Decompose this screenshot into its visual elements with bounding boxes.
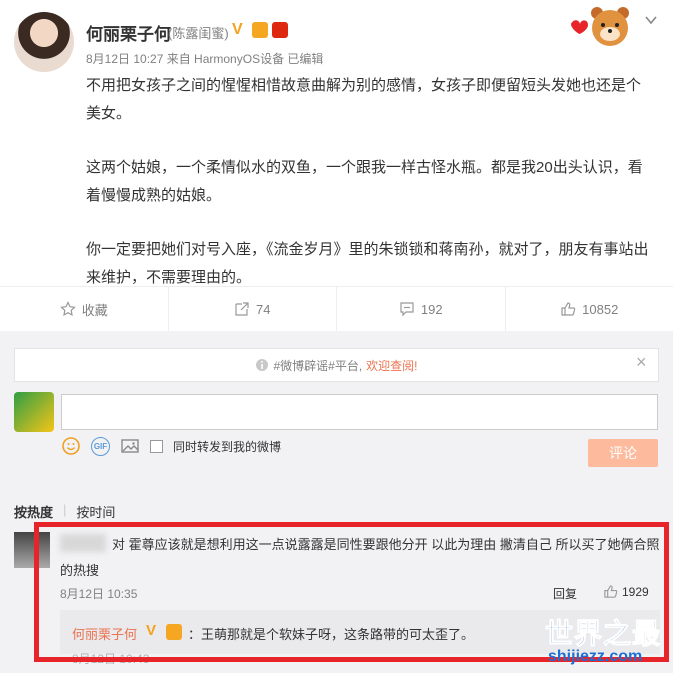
- like-count: 10852: [582, 301, 619, 317]
- comment-icon: [400, 302, 414, 317]
- close-icon[interactable]: ×: [636, 352, 647, 373]
- repost-count: 74: [256, 301, 271, 317]
- post-paragraph: 你一定要把她们对号入座，《流金岁月》里的朱锁锁和蒋南孙，就对了，朋友有事站出来维…: [86, 241, 649, 286]
- collect-label: 收藏: [81, 302, 108, 318]
- image-icon[interactable]: [120, 436, 140, 456]
- sort-tabs: 按热度 | 按时间: [14, 502, 115, 521]
- post-action-bar: 收藏 74 192 10852: [0, 286, 673, 332]
- author-remark: (陈露闺蜜): [168, 26, 229, 41]
- author-avatar[interactable]: [14, 12, 74, 72]
- chevron-down-icon[interactable]: [643, 12, 659, 28]
- tab-divider: |: [63, 502, 67, 517]
- watermark-url: shijiezz.com: [548, 648, 643, 665]
- share-icon: [235, 302, 249, 316]
- verified-v-icon: V: [232, 21, 243, 38]
- member-badge-icon: [252, 22, 268, 38]
- china-flag-icon: [272, 22, 288, 38]
- author-name[interactable]: 何丽栗子何: [86, 20, 171, 45]
- post-paragraph: 这两个姑娘，一个柔情似水的双鱼，一个跟我一样古怪水瓶。都是我20出头认识，看着慢…: [86, 159, 643, 204]
- watermark-title: 世界之最: [544, 618, 662, 650]
- notice-tag[interactable]: #微博辟谣#平台,: [273, 357, 362, 374]
- tab-by-hot[interactable]: 按热度: [14, 502, 53, 521]
- composer-toolbar: GIF 同时转发到我的微博: [61, 436, 281, 456]
- notice-link[interactable]: 欢迎查阅!: [366, 357, 417, 374]
- post-body: 不用把女孩子之间的惺惺相惜故意曲解为别的感情，女孩子即便留短头发她也还是个美女。…: [86, 72, 652, 318]
- comment-button[interactable]: 192: [337, 287, 506, 331]
- collect-button[interactable]: 收藏: [0, 287, 169, 331]
- comment-count: 192: [420, 301, 443, 317]
- rumor-notice-banner: #微博辟谣#平台, 欢迎查阅!: [14, 348, 659, 382]
- emoji-icon[interactable]: [61, 436, 81, 456]
- post-paragraph: 不用把女孩子之间的惺惺相惜故意曲解为别的感情，女孩子即便留短头发她也还是个美女。: [86, 77, 642, 122]
- info-icon: [256, 359, 269, 371]
- repost-button[interactable]: 74: [169, 287, 337, 331]
- like-button[interactable]: 10852: [506, 287, 673, 331]
- bear-pet-icon[interactable]: [565, 4, 637, 50]
- comment-input[interactable]: [61, 394, 658, 430]
- gif-icon[interactable]: GIF: [91, 436, 110, 456]
- repost-option-label: 同时转发到我的微博: [173, 439, 282, 454]
- submit-comment-button[interactable]: 评论: [588, 439, 658, 467]
- tab-by-time[interactable]: 按时间: [76, 502, 115, 521]
- current-user-avatar: [14, 392, 54, 432]
- repost-checkbox[interactable]: [150, 439, 163, 453]
- thumbs-up-icon: [561, 302, 576, 316]
- star-icon: [59, 301, 76, 317]
- post-meta: 8月12日 10:27 来自 HarmonyOS设备 已编辑: [86, 52, 324, 66]
